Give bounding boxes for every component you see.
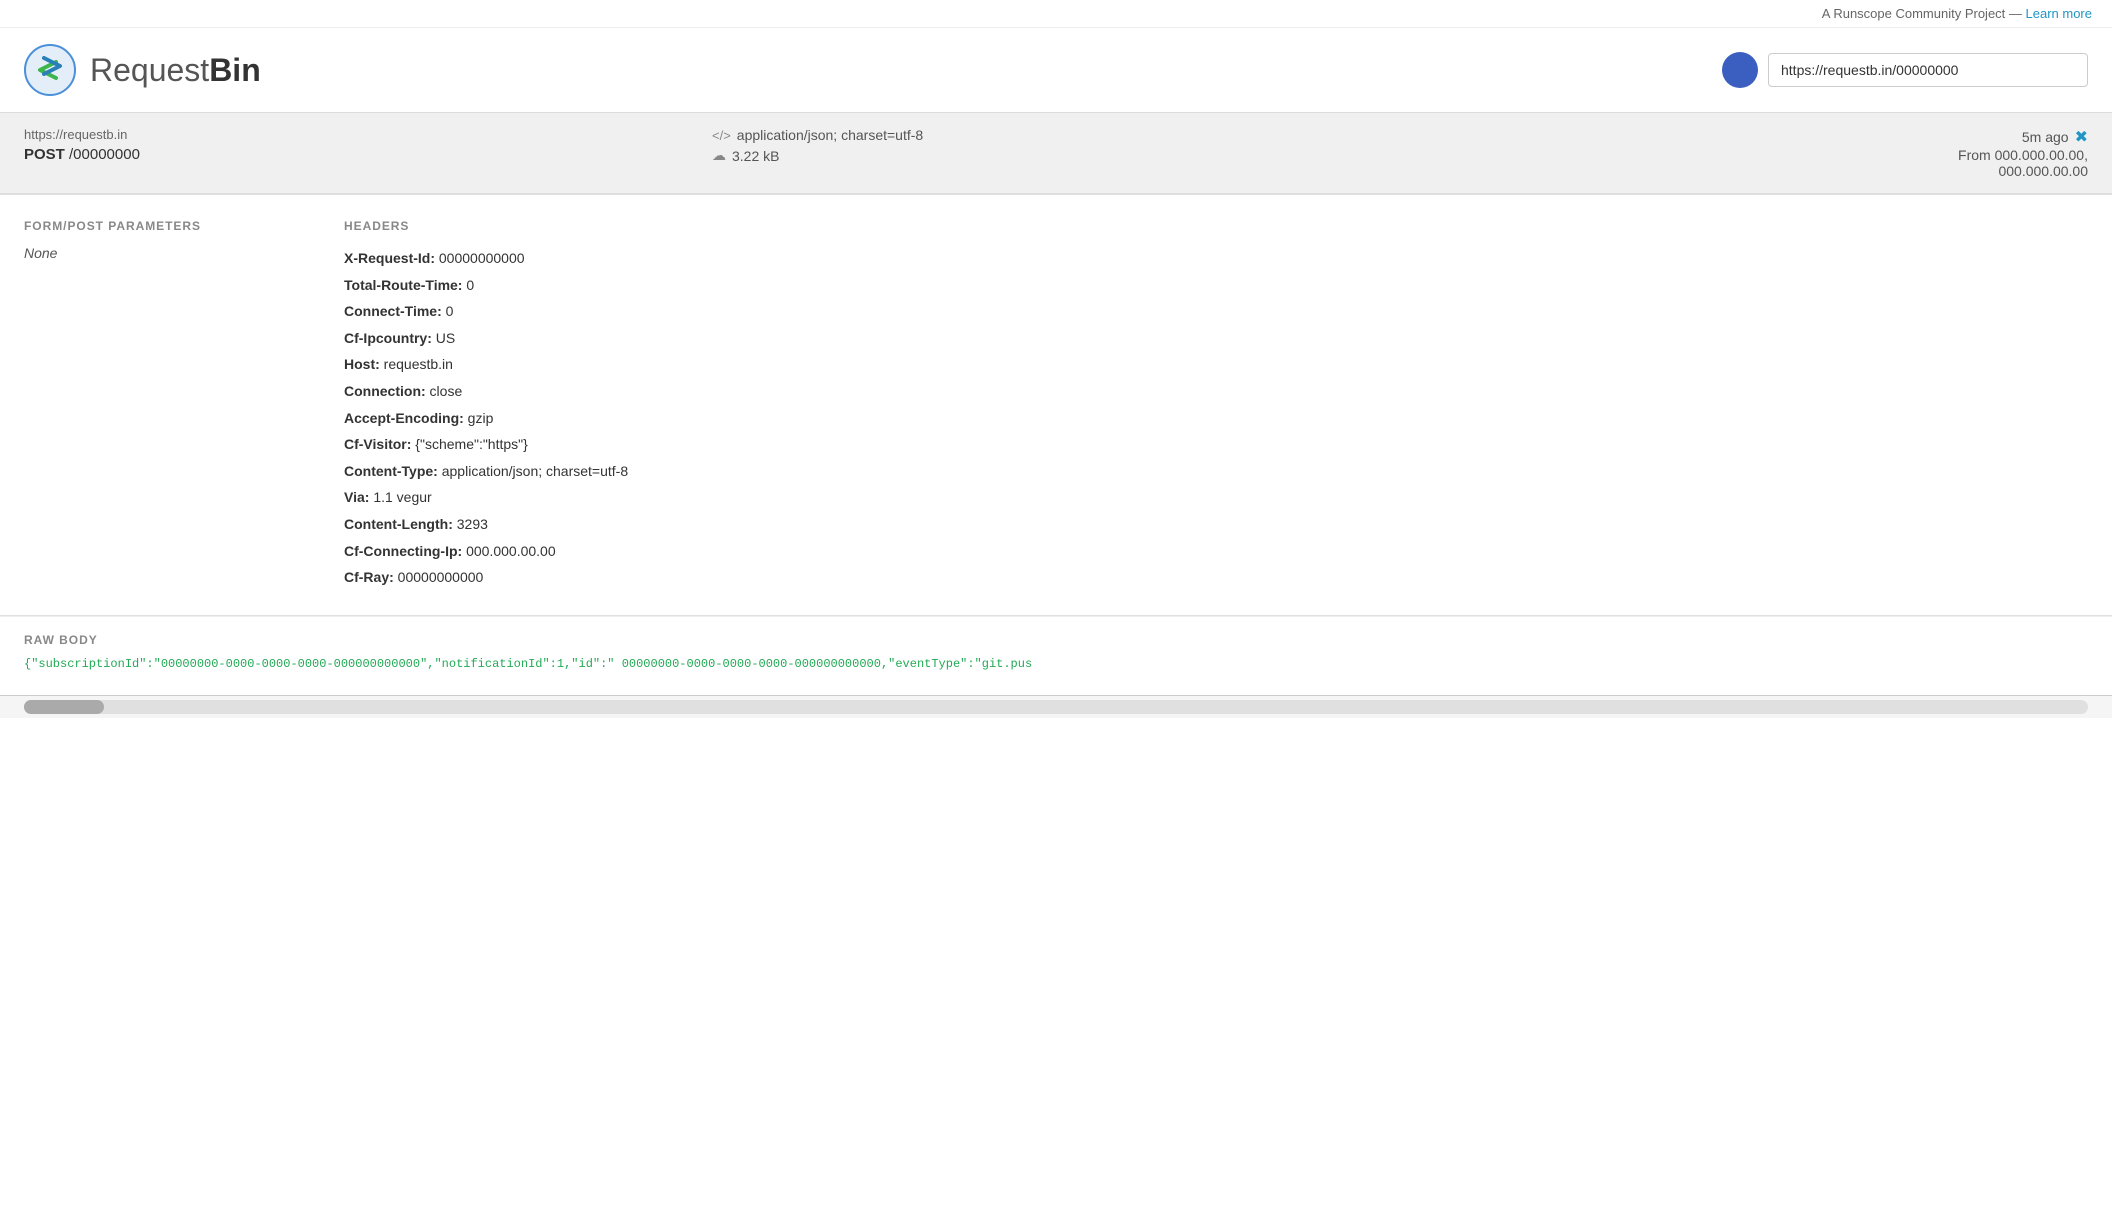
learn-more-link[interactable]: Learn more (2026, 6, 2092, 21)
right-panel: HEADERS X-Request-Id: 00000000000Total-R… (344, 219, 2088, 591)
scrollbar-area[interactable] (0, 695, 2112, 718)
from-ip-line2: 000.000.00.00 (1400, 163, 2088, 179)
header-item: Via: 1.1 vegur (344, 484, 2088, 511)
header-item: Cf-Ray: 00000000000 (344, 564, 2088, 591)
raw-body-content: {"subscriptionId":"00000000-0000-0000-00… (24, 657, 2088, 671)
header-item: X-Request-Id: 00000000000 (344, 245, 2088, 272)
header: RequestBin (0, 28, 2112, 113)
url-input[interactable] (1768, 53, 2088, 87)
header-item: Connect-Time: 0 (344, 298, 2088, 325)
raw-body-section: RAW BODY {"subscriptionId":"00000000-000… (0, 616, 2112, 695)
content-type-value: application/json; charset=utf-8 (737, 127, 923, 143)
time-value: 5m ago ✖ (1400, 127, 2088, 147)
header-item: Accept-Encoding: gzip (344, 405, 2088, 432)
from-ip-line1: From 000.000.00.00, (1400, 147, 2088, 163)
top-banner: A Runscope Community Project — Learn mor… (0, 0, 2112, 28)
share-icon[interactable]: ✖ (2075, 127, 2088, 147)
header-right (1722, 52, 2088, 88)
headers-list: X-Request-Id: 00000000000Total-Route-Tim… (344, 245, 2088, 591)
cloud-icon: ☁ (712, 147, 726, 164)
time-ago: 5m ago (2022, 129, 2069, 145)
raw-body-title: RAW BODY (24, 617, 2088, 657)
headers-section-title: HEADERS (344, 219, 2088, 233)
size-value: 3.22 kB (732, 148, 779, 164)
header-item: Content-Length: 3293 (344, 511, 2088, 538)
left-panel: FORM/POST PARAMETERS None (24, 219, 304, 591)
header-item: Cf-Visitor: {"scheme":"https"} (344, 431, 2088, 458)
logo-icon (24, 44, 76, 96)
header-item: Host: requestb.in (344, 351, 2088, 378)
header-item: Cf-Connecting-Ip: 000.000.00.00 (344, 538, 2088, 565)
header-item: Content-Type: application/json; charset=… (344, 458, 2088, 485)
request-time-col: 5m ago ✖ From 000.000.00.00, 000.000.00.… (1400, 127, 2088, 179)
request-url-small: https://requestb.in (24, 127, 712, 142)
form-post-section-title: FORM/POST PARAMETERS (24, 219, 304, 233)
url-status-dot (1722, 52, 1758, 88)
header-item: Connection: close (344, 378, 2088, 405)
header-item: Cf-Ipcountry: US (344, 325, 2088, 352)
logo-area: RequestBin (24, 44, 261, 96)
content-type-line: </> application/json; charset=utf-8 (712, 127, 1400, 143)
form-post-none: None (24, 245, 304, 261)
logo-text-request: Request (90, 52, 209, 88)
header-item: Total-Route-Time: 0 (344, 272, 2088, 299)
request-path: /00000000 (69, 146, 140, 163)
request-bar: https://requestb.in POST /00000000 </> a… (0, 113, 2112, 194)
size-line: ☁ 3.22 kB (712, 147, 1400, 164)
logo-text-bin: Bin (209, 52, 261, 88)
scrollbar-thumb[interactable] (24, 700, 104, 714)
main-content: FORM/POST PARAMETERS None HEADERS X-Requ… (0, 195, 2112, 615)
code-icon: </> (712, 128, 731, 143)
request-meta-col: </> application/json; charset=utf-8 ☁ 3.… (712, 127, 1400, 164)
request-method-line: POST /00000000 (24, 146, 712, 163)
request-method: POST (24, 146, 65, 163)
scrollbar-track[interactable] (24, 700, 2088, 714)
logo-text: RequestBin (90, 52, 261, 89)
request-endpoint-col: https://requestb.in POST /00000000 (24, 127, 712, 163)
banner-text: A Runscope Community Project — (1822, 6, 2026, 21)
